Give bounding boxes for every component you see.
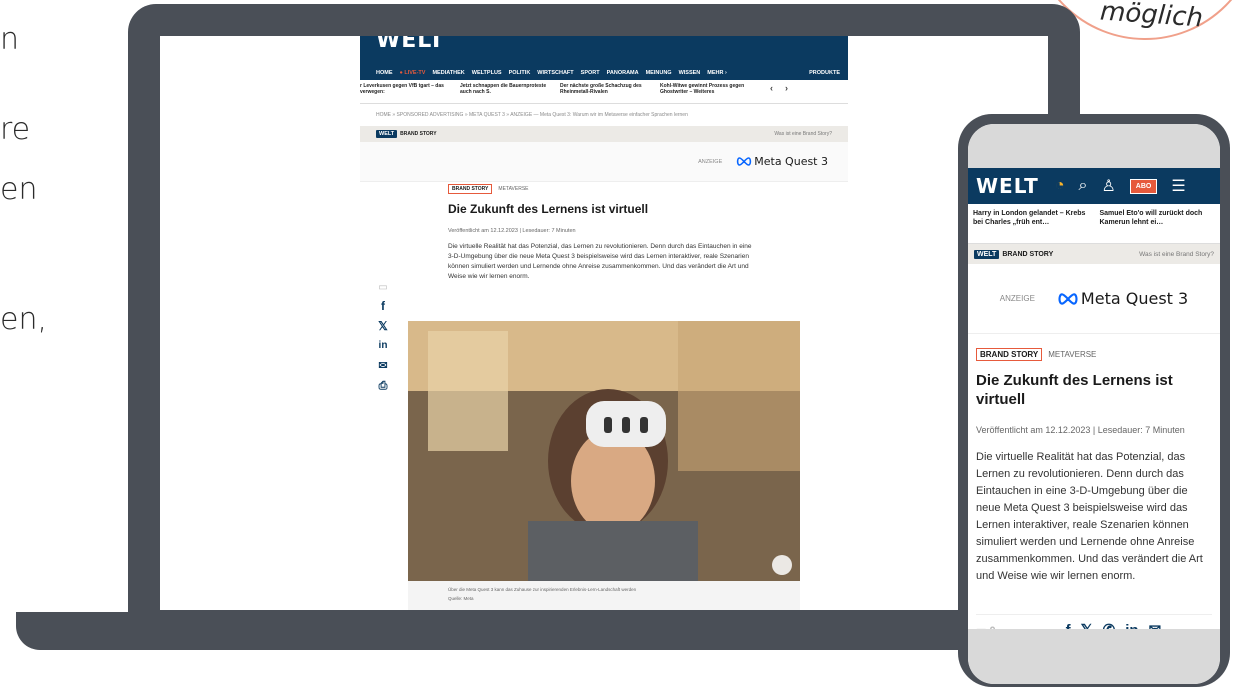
what-is-brand-story-link[interactable]: Was ist eine Brand Story? [774, 131, 832, 137]
welt-logo[interactable]: WELT [976, 174, 1039, 198]
anzeige-label: ANZEIGE [999, 294, 1035, 303]
comment-icon[interactable]: ▭ [378, 282, 387, 293]
nav-mediathek[interactable]: MEDIATHEK [432, 70, 464, 76]
nav-produkte[interactable]: PRODUKTE [809, 70, 840, 76]
phone-bottom-area [968, 629, 1220, 684]
ticker-item[interactable]: Jetzt schnappen die Bauernproteste auch … [460, 83, 552, 95]
ticker-arrows: ‹ › [770, 83, 788, 93]
nav-wirtschaft[interactable]: WIRTSCHAFT [537, 70, 573, 76]
phone-ticker: Harry in London gelandet – Krebs bei Cha… [968, 204, 1220, 244]
tag-metaverse[interactable]: METAVERSE [498, 186, 528, 192]
desktop-article: BRAND STORY METAVERSE Die Zukunft des Le… [448, 184, 768, 282]
article-lead: Die virtuelle Realität hat das Potenzial… [976, 451, 1203, 582]
user-icon[interactable]: ♙ [1101, 176, 1115, 196]
abo-button[interactable]: ABO [1129, 178, 1158, 194]
ticker-item[interactable]: Harry in London gelandet – Krebs bei Cha… [973, 209, 1094, 243]
brand-story-label: BRAND STORY [1002, 250, 1054, 258]
nav-mehr[interactable]: MEHR › [707, 70, 727, 76]
side-text-fragment-1: n [0, 22, 20, 57]
caption-text: Über die Meta Quest 3 kann das Zuhause z… [448, 587, 637, 592]
phone-status-area [968, 124, 1220, 168]
meta-quest-logo[interactable]: Meta Quest 3 [736, 155, 828, 168]
nav-weltplus[interactable]: WELTPLUS [472, 70, 502, 76]
side-text-fragment-3: en [0, 172, 38, 207]
side-text-fragment-2: re [0, 112, 31, 147]
welt-chip: WELT [974, 249, 1000, 259]
article-hero-image[interactable] [408, 321, 800, 581]
article-title: Die Zukunft des Lernens ist virtuell [448, 202, 649, 216]
mail-icon[interactable]: ✉ [378, 359, 387, 373]
meta-quest-logo[interactable]: Meta Quest 3 [1057, 289, 1188, 308]
image-caption: Über die Meta Quest 3 kann das Zuhause z… [408, 581, 800, 610]
tag-metaverse[interactable]: METAVERSE [1048, 350, 1096, 359]
desktop-topbar: WELT [360, 36, 848, 66]
brand-story-bar: WELT BRAND STORY Was ist eine Brand Stor… [360, 126, 848, 142]
print-icon[interactable]: ⎙ [379, 379, 388, 393]
ticker-item[interactable]: Samuel Eto'o will zurückt doch Kamerun l… [1100, 209, 1221, 243]
welt-plus-icon[interactable]: ◔ [1055, 177, 1065, 195]
laptop-base [16, 612, 1046, 650]
caption-source: Quelle: Meta [448, 596, 474, 601]
ticker-item[interactable]: r Leverkusen gegen VfB tgart – das verwe… [360, 83, 452, 95]
sponsor-bar: ANZEIGE Meta Quest 3 [360, 142, 848, 182]
article-lead: Die virtuelle Realität hat das Potenzial… [448, 243, 752, 280]
phone-article: BRAND STORY METAVERSE Die Zukunft des Le… [968, 334, 1220, 585]
anzeige-label: ANZEIGE [698, 158, 723, 165]
search-icon[interactable]: ⌕ [1078, 177, 1087, 195]
share-column: ▭ f 𝕏 in ✉ ⎙ [376, 282, 390, 393]
phone-header: WELT ◔ ⌕ ♙ ABO ☰ [968, 168, 1220, 204]
chevron-left-icon[interactable]: ‹ [770, 83, 773, 93]
article-title: Die Zukunft des Lernens ist virtuell [976, 372, 1173, 408]
vr-headset-photo [408, 321, 800, 581]
nav-politik[interactable]: POLITIK [509, 70, 531, 76]
desktop-page: WELT HOME ● LIVE-TV MEDIATHEK WELTPLUS P… [360, 36, 848, 610]
nav-home[interactable]: HOME [376, 70, 393, 76]
facebook-icon[interactable]: f [381, 299, 385, 313]
what-is-brand-story-link[interactable]: Was ist eine Brand Story? [1139, 251, 1214, 258]
x-icon[interactable]: 𝕏 [378, 319, 388, 333]
tag-brand-story[interactable]: BRAND STORY [448, 184, 493, 194]
laptop-screen: WELT HOME ● LIVE-TV MEDIATHEK WELTPLUS P… [160, 36, 1048, 610]
breadcrumb[interactable]: HOME » SPONSORED ADVERTISING » META QUES… [360, 104, 848, 126]
chevron-right-icon[interactable]: › [785, 83, 788, 93]
desktop-nav: HOME ● LIVE-TV MEDIATHEK WELTPLUS POLITI… [360, 66, 848, 80]
nav-wissen[interactable]: WISSEN [679, 70, 701, 76]
tag-row: BRAND STORY METAVERSE [976, 348, 1212, 361]
brand-story-label: BRAND STORY [400, 131, 437, 137]
article-meta: Veröffentlicht am 12.12.2023 | Lesedauer… [448, 228, 576, 234]
meta-infinity-icon [737, 157, 752, 166]
tag-brand-story[interactable]: BRAND STORY [976, 348, 1043, 361]
desktop-ticker: r Leverkusen gegen VfB tgart – das verwe… [360, 80, 848, 104]
welt-logo[interactable]: WELT [376, 36, 445, 53]
tag-row: BRAND STORY METAVERSE [448, 184, 768, 194]
ticker-item[interactable]: Kohl-Witwe gewinnt Prozess gegen Ghostwr… [660, 83, 752, 95]
nav-live-tv[interactable]: ● LIVE-TV [400, 70, 426, 76]
nav-sport[interactable]: SPORT [581, 70, 600, 76]
brand-story-bar: WELT BRAND STORY Was ist eine Brand Stor… [968, 244, 1220, 264]
nav-panorama[interactable]: PANORAMA [607, 70, 639, 76]
sponsor-bar: ANZEIGE Meta Quest 3 [968, 264, 1220, 334]
linkedin-icon[interactable]: in [379, 339, 388, 353]
side-text-fragment-4: en, [0, 302, 48, 337]
ticker-item[interactable]: Der nächste große Schachzug des Rheinmet… [560, 83, 652, 95]
phone-screen: WELT ◔ ⌕ ♙ ABO ☰ Harry in London gelande… [968, 124, 1220, 684]
menu-icon[interactable]: ☰ [1171, 176, 1185, 196]
article-meta: Veröffentlicht am 12.12.2023 | Lesedauer… [976, 425, 1185, 435]
welt-chip: WELT [376, 130, 398, 138]
meta-infinity-icon [1058, 292, 1078, 305]
nav-meinung[interactable]: MEINUNG [646, 70, 672, 76]
